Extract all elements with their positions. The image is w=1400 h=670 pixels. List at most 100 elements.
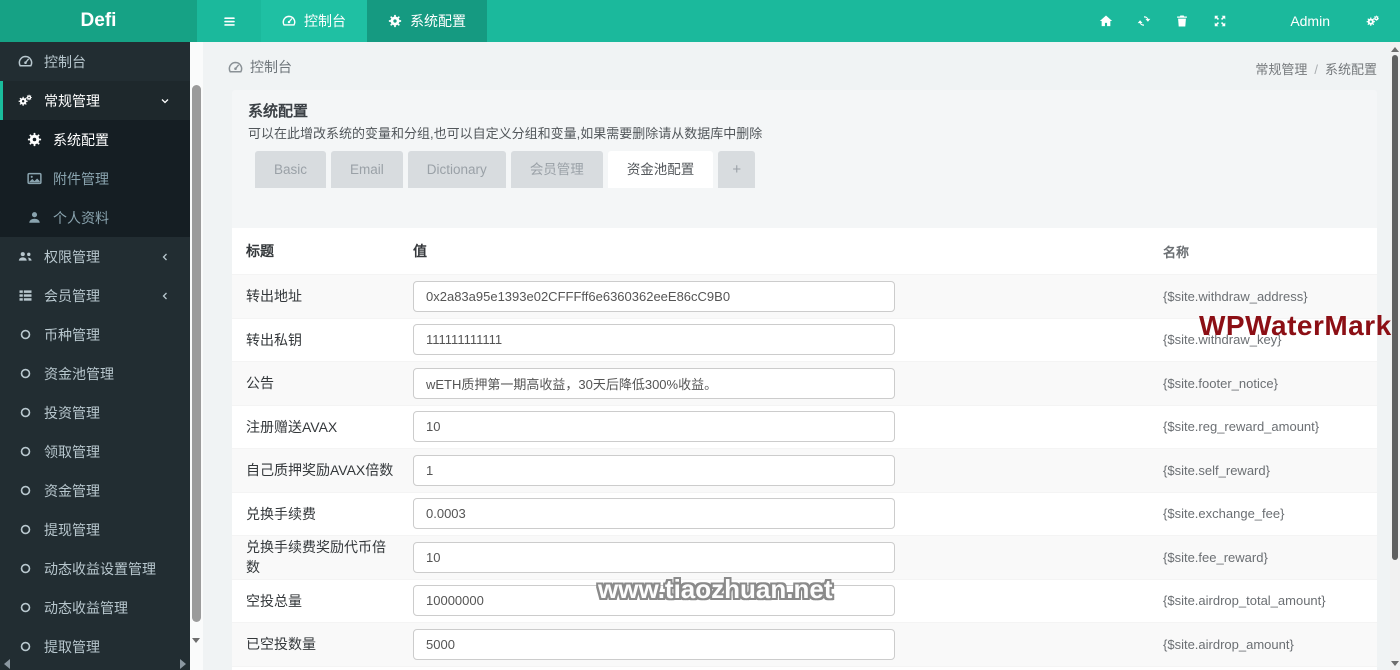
breadcrumb[interactable]: 控制台 [228,57,292,77]
nav-tab-2[interactable]: 系统配置 [367,0,487,42]
sidebar-item-label: 币种管理 [44,326,100,343]
brand-logo[interactable]: Defi [0,0,197,42]
sidebar-item-系统配置[interactable]: 系统配置 [0,120,190,159]
tab-Dictionary[interactable]: Dictionary [407,151,506,188]
sidebar-toggle-button[interactable] [197,0,261,42]
chevron-down-icon [155,96,175,106]
config-value-input[interactable] [413,541,895,573]
scroll-up-arrow-icon[interactable] [1391,47,1399,52]
sidebar-item-资金管理[interactable]: 资金管理 [0,471,190,510]
sidebar-item-动态收益设置管理[interactable]: 动态收益设置管理 [0,549,190,588]
table-row: 公告 {$site.footer_notice} [232,362,1377,406]
sidebar-item-会员管理[interactable]: 会员管理 [0,276,190,315]
fullscreen-button[interactable] [1201,0,1239,42]
sidebar-item-label: 资金池管理 [44,365,114,382]
sidebar-item-label: 提现管理 [44,521,100,538]
tab-Email[interactable]: Email [331,151,403,188]
trash-button[interactable] [1163,0,1201,42]
user-menu[interactable]: Admin [1239,8,1340,34]
config-title: 转出地址 [246,288,302,305]
gears-icon [1366,14,1380,28]
sidebar-item-label: 控制台 [44,53,86,70]
breadcrumb-right: 常规管理 / 系统配置 [1255,59,1377,78]
config-var-name: {$site.fee_reward} [1163,549,1268,565]
sidebar-item-投资管理[interactable]: 投资管理 [0,393,190,432]
tab-资金池配置[interactable]: 资金池配置 [607,151,714,188]
navbar-actions [1087,0,1239,42]
table-row: 兑换手续费 {$site.exchange_fee} [232,492,1377,536]
sidebar-item-label: 动态收益管理 [44,599,128,616]
scroll-down-arrow-icon[interactable] [192,638,200,643]
circle-icon [15,327,35,342]
sidebar-item-常规管理[interactable]: 常规管理 [0,81,190,120]
sidebar-item-权限管理[interactable]: 权限管理 [0,237,190,276]
table-row: 兑换手续费奖励代币倍数 {$site.fee_reward} [232,536,1377,580]
tab-会员管理[interactable]: 会员管理 [510,151,603,188]
config-value-input[interactable] [413,498,895,530]
column-header-title: 标题 [246,243,274,259]
breadcrumb-current: 系统配置 [1324,62,1377,77]
sidebar-item-提现管理[interactable]: 提现管理 [0,510,190,549]
nav-tab-1[interactable]: 控制台 [261,0,367,42]
sidebar-item-label: 会员管理 [44,287,100,304]
breadcrumb-separator: / [1314,62,1318,77]
sidebar-item-币种管理[interactable]: 币种管理 [0,315,190,354]
sidebar-item-label: 投资管理 [44,404,100,421]
config-value-input[interactable] [413,280,895,312]
config-var-name: {$site.airdrop_amount} [1163,636,1294,652]
config-value-input[interactable] [413,454,895,486]
list-icon [15,288,35,303]
home-button[interactable] [1087,0,1125,42]
trash-icon [1175,14,1189,28]
config-title: 兑换手续费 [246,505,316,522]
config-value-input[interactable] [413,628,895,660]
home-icon [1099,14,1113,28]
sidebar-vertical-scrollbar[interactable] [190,42,203,670]
table-row: 注册赠送AVAX {$site.reg_reward_amount} [232,405,1377,449]
circle-icon [15,522,35,537]
cogs-icon [15,93,35,108]
scroll-down-arrow-icon[interactable] [1391,661,1399,666]
sidebar-submenu: 系统配置附件管理个人资料 [0,120,190,237]
page-description: 可以在此增改系统的变量和分组,也可以自定义分组和变量,如果需要删除请从数据库中删… [248,126,763,141]
sidebar-menu: 控制台常规管理系统配置附件管理个人资料权限管理会员管理币种管理资金池管理投资管理… [0,42,190,666]
sidebar-item-附件管理[interactable]: 附件管理 [0,159,190,198]
refresh-button[interactable] [1125,0,1163,42]
sidebar-scrollbar-thumb[interactable] [192,85,201,622]
circle-icon [15,639,35,654]
circle-icon [15,483,35,498]
scroll-right-arrow-icon[interactable] [180,658,186,669]
refresh-icon [1137,14,1151,28]
sidebar-item-label: 系统配置 [53,131,109,148]
sidebar-item-label: 权限管理 [44,248,100,265]
config-value-input[interactable] [413,411,895,443]
sidebar-item-动态收益管理[interactable]: 动态收益管理 [0,588,190,627]
sidebar: 控制台常规管理系统配置附件管理个人资料权限管理会员管理币种管理资金池管理投资管理… [0,42,190,670]
sidebar-item-label: 个人资料 [53,209,109,226]
scroll-left-arrow-icon[interactable] [4,658,10,669]
page-vertical-scrollbar[interactable] [1390,42,1400,670]
sidebar-item-资金池管理[interactable]: 资金池管理 [0,354,190,393]
sidebar-horizontal-scrollbar[interactable] [0,657,190,670]
cog-icon [24,132,44,147]
panel-header: 系统配置 可以在此增改系统的变量和分组,也可以自定义分组和变量,如果需要删除请从… [232,90,1377,188]
chevron-left-icon [155,252,175,262]
tab-Basic[interactable]: Basic [255,151,327,188]
config-title: 兑换手续费奖励代币倍数 [246,539,386,576]
sidebar-item-控制台[interactable]: 控制台 [0,42,190,81]
chevron-left-icon [155,291,175,301]
page-scrollbar-thumb[interactable] [1392,55,1398,560]
table-row: 兑换量{$site.avax_exchange_amount} [232,666,1377,670]
add-tab-button[interactable]: + [718,151,756,188]
config-var-name: {$site.withdraw_address} [1163,288,1308,304]
settings-button[interactable] [1354,0,1392,42]
cog-icon [388,14,402,28]
config-tabs: Basic Email Dictionary 会员管理 资金池配置 + [255,151,1361,188]
breadcrumb-parent[interactable]: 常规管理 [1255,62,1307,77]
config-value-input[interactable] [413,324,895,356]
tachometer-icon [228,60,243,75]
sidebar-item-领取管理[interactable]: 领取管理 [0,432,190,471]
config-value-input[interactable] [413,367,895,399]
top-navbar: Defi 控制台 系统配置 Admin [0,0,1400,42]
sidebar-item-个人资料[interactable]: 个人资料 [0,198,190,237]
